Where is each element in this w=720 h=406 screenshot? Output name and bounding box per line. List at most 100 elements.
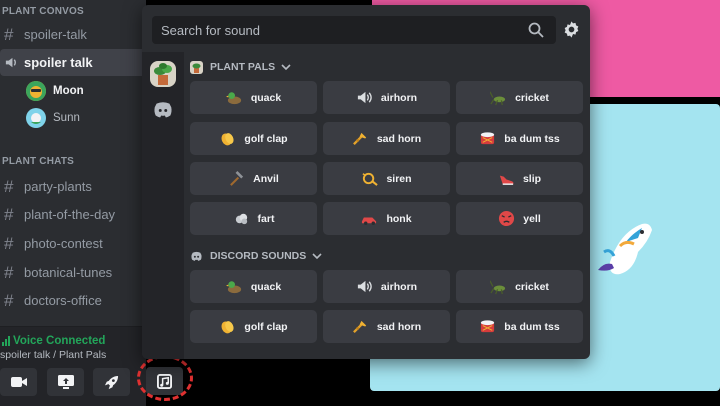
- duck-icon: [225, 89, 243, 106]
- sound-label: quack: [250, 91, 282, 104]
- plant-pals-section-icon: [190, 60, 203, 74]
- sound-button-yell[interactable]: yell: [456, 202, 583, 235]
- drum-icon: [479, 130, 496, 147]
- sound-label: sad horn: [376, 320, 422, 333]
- clap-icon: [219, 318, 236, 335]
- channel-photo-contest[interactable]: # photo-contest: [0, 230, 146, 257]
- voice-connected-status[interactable]: Voice Connected: [2, 335, 105, 347]
- trumpet-icon: [352, 130, 369, 147]
- discord-logo-icon[interactable]: [152, 99, 174, 121]
- screen-share-icon: [57, 375, 74, 389]
- voice-user-name: Moon: [53, 85, 84, 97]
- clap-icon: [219, 130, 236, 147]
- gear-icon[interactable]: [562, 20, 581, 39]
- cricket-icon: [490, 278, 507, 295]
- channel-spoiler-talk-voice[interactable]: spoiler talk: [0, 49, 146, 76]
- sound-button-fart[interactable]: fart: [190, 202, 317, 235]
- speaker-icon: [4, 55, 24, 70]
- hash-icon: #: [4, 290, 14, 310]
- cloud-icon: [233, 210, 250, 227]
- sound-button-airhorn[interactable]: airhorn: [323, 81, 450, 114]
- channel-name: spoiler talk: [24, 55, 93, 70]
- sound-label: sad horn: [376, 132, 422, 145]
- discord-logo-icon: [190, 250, 203, 263]
- sound-label: honk: [386, 212, 412, 225]
- search-input[interactable]: [152, 16, 522, 44]
- sound-label: golf clap: [244, 320, 288, 333]
- sound-source-bar: [142, 52, 184, 359]
- section-header-discord-sounds[interactable]: DISCORD SOUNDS: [190, 248, 322, 264]
- sound-button-sad-horn[interactable]: sad horn: [323, 122, 450, 155]
- channel-name: doctors-office: [24, 293, 102, 308]
- screen-share-button[interactable]: [47, 368, 84, 396]
- camera-button[interactable]: [0, 368, 37, 396]
- sound-button-golf-clap[interactable]: golf clap: [190, 310, 317, 343]
- channel-name: botanical-tunes: [24, 265, 113, 280]
- speaker-icon: [356, 278, 373, 295]
- sound-button-slip[interactable]: slip: [456, 162, 583, 195]
- sound-button-ba-dum-tss[interactable]: ba dum tss: [456, 122, 583, 155]
- activity-button[interactable]: [93, 368, 130, 396]
- cricket-icon: [490, 89, 507, 106]
- sound-label: yell: [523, 212, 541, 225]
- camera-icon: [10, 377, 27, 387]
- sound-label: Anvil: [253, 172, 279, 185]
- channel-doctors-office[interactable]: # doctors-office: [0, 287, 146, 314]
- channel-spoiler-talk-text[interactable]: # spoiler-talk: [0, 21, 146, 48]
- sound-button-sad-horn[interactable]: sad horn: [323, 310, 450, 343]
- trumpet-icon: [352, 318, 369, 335]
- category-plant-convos[interactable]: PLANT CONVOS: [2, 6, 84, 17]
- sound-label: quack: [250, 280, 282, 293]
- wumpus-mascot-icon: [598, 223, 652, 275]
- sound-button-cricket[interactable]: cricket: [456, 81, 583, 114]
- category-plant-chats[interactable]: PLANT CHATS: [2, 156, 74, 167]
- sound-label: golf clap: [244, 132, 288, 145]
- section-header-plant-pals[interactable]: PLANT PALS: [190, 59, 291, 75]
- search-bar: [152, 16, 556, 44]
- sound-button-anvil[interactable]: Anvil: [190, 162, 317, 195]
- sound-label: cricket: [515, 280, 549, 293]
- channel-plant-of-the-day[interactable]: # plant-of-the-day: [0, 201, 146, 228]
- signal-icon: [2, 336, 10, 346]
- sound-label: ba dum tss: [504, 320, 560, 333]
- section-title: DISCORD SOUNDS: [210, 250, 307, 262]
- voice-user-moon[interactable]: Moon: [26, 80, 84, 102]
- hash-icon: #: [4, 24, 14, 44]
- angry-face-icon: [498, 210, 515, 227]
- sound-button-ba-dum-tss[interactable]: ba dum tss: [456, 310, 583, 343]
- sound-button-golf-clap[interactable]: golf clap: [190, 122, 317, 155]
- sound-label: ba dum tss: [504, 132, 560, 145]
- sound-label: airhorn: [380, 91, 418, 104]
- horn-icon: [361, 170, 379, 187]
- voice-status-panel: Voice Connected spoiler talk / Plant Pal…: [0, 326, 146, 406]
- plant-pals-server-icon[interactable]: [150, 61, 176, 87]
- sound-label: siren: [386, 172, 412, 185]
- avatar: [26, 108, 46, 128]
- hash-icon: #: [4, 233, 14, 253]
- voice-location: spoiler talk / Plant Pals: [0, 349, 107, 361]
- chevron-down-icon: [281, 63, 291, 71]
- sound-button-quack[interactable]: quack: [190, 270, 317, 303]
- sound-button-siren[interactable]: siren: [323, 162, 450, 195]
- sound-button-honk[interactable]: honk: [323, 202, 450, 235]
- search-icon[interactable]: [528, 22, 544, 38]
- car-icon: [361, 210, 378, 227]
- hash-icon: #: [4, 262, 14, 282]
- drum-icon: [479, 318, 496, 335]
- sound-label: slip: [522, 172, 542, 185]
- sound-button-quack[interactable]: quack: [190, 81, 317, 114]
- channel-sidebar: PLANT CONVOS # spoiler-talk spoiler talk…: [0, 0, 146, 406]
- duck-icon: [225, 278, 243, 295]
- sound-button-airhorn[interactable]: airhorn: [323, 270, 450, 303]
- voice-user-sunn[interactable]: Sunn: [26, 107, 80, 129]
- hash-icon: #: [4, 176, 14, 196]
- sound-button-cricket[interactable]: cricket: [456, 270, 583, 303]
- soundboard-panel: PLANT PALS quack airhorn cricket golf cl…: [142, 5, 590, 359]
- sound-label: fart: [257, 212, 275, 225]
- highlight-ring: [137, 355, 193, 401]
- shoe-icon: [498, 170, 515, 187]
- channel-party-plants[interactable]: # party-plants: [0, 173, 146, 200]
- section-title: PLANT PALS: [210, 61, 276, 73]
- voice-user-name: Sunn: [53, 112, 80, 124]
- channel-botanical-tunes[interactable]: # botanical-tunes: [0, 259, 146, 286]
